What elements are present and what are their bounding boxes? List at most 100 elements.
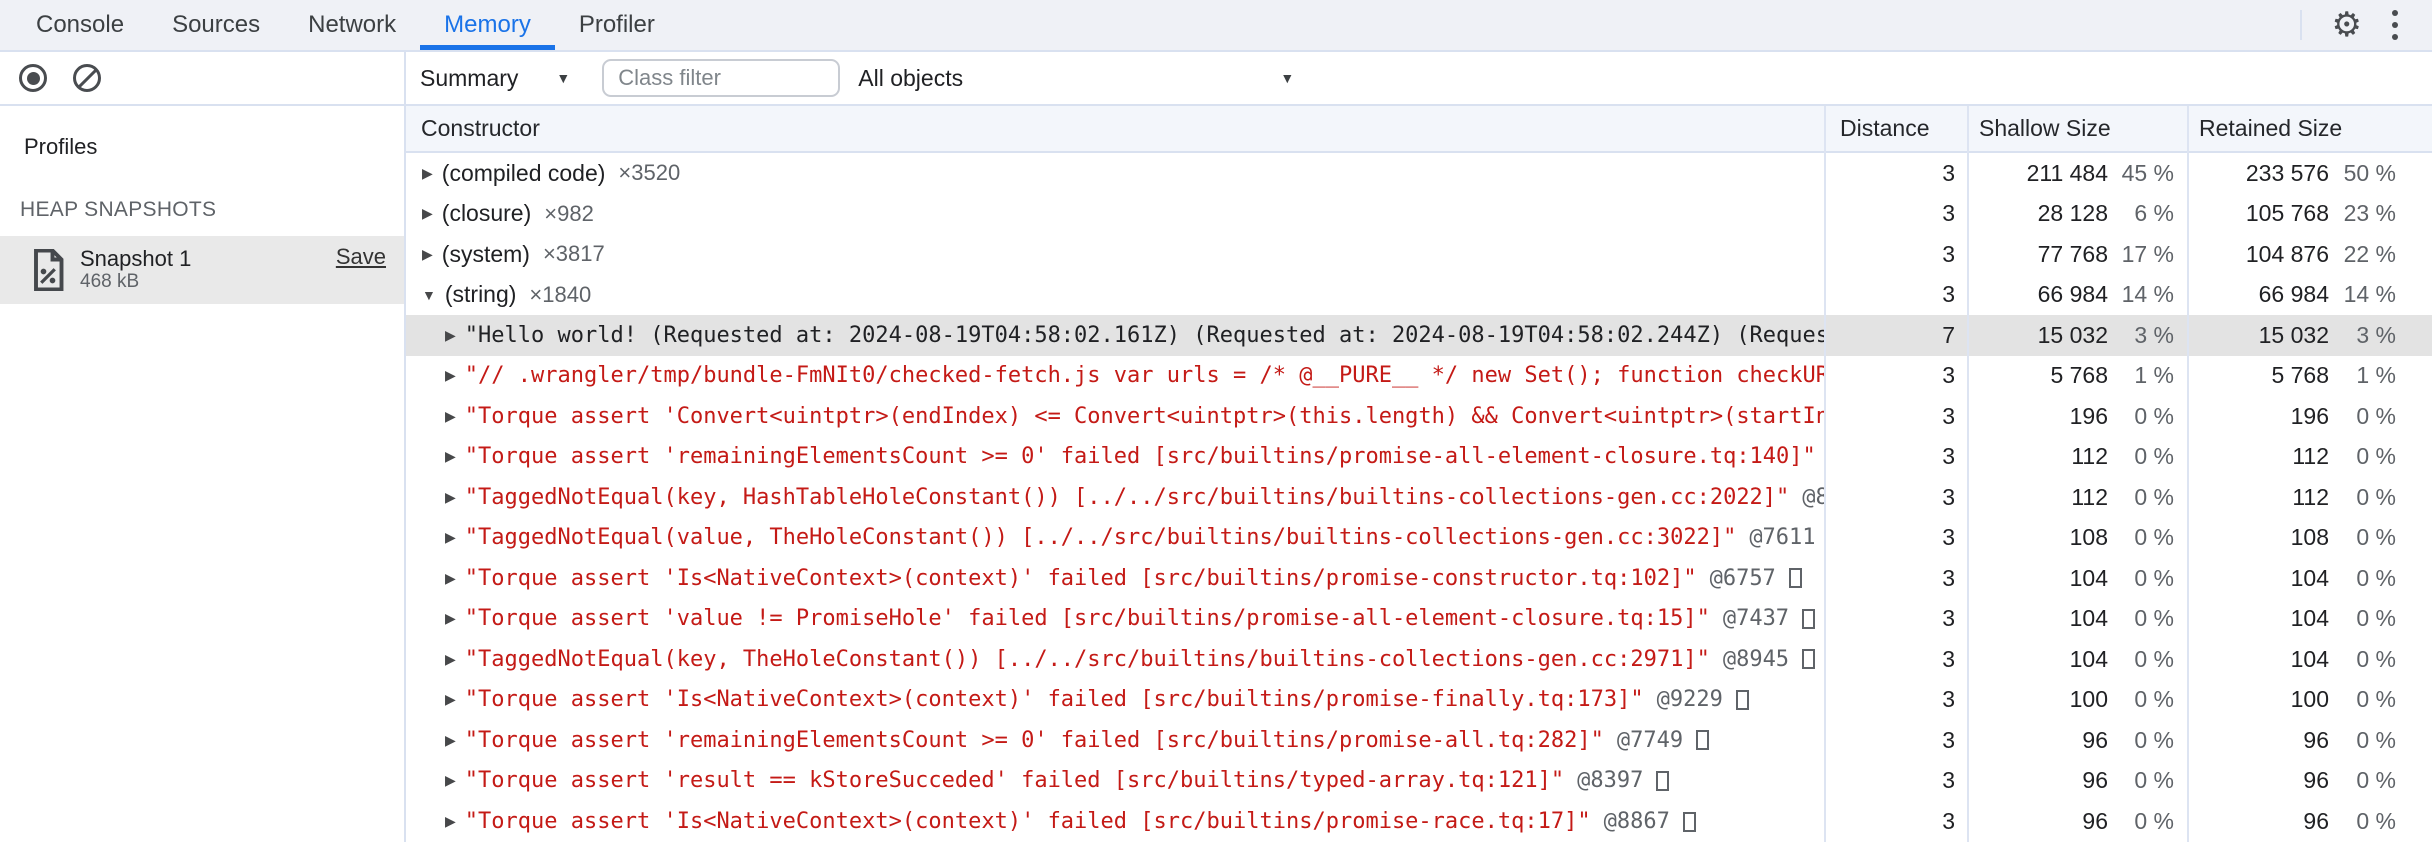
collapse-triangle-icon[interactable]: ▼ — [422, 287, 436, 303]
distance-value: 3 — [1942, 240, 1955, 267]
distance-value: 3 — [1942, 726, 1955, 753]
perspective-select-label: Summary — [420, 64, 519, 91]
string-value: "Torque assert 'value != PromiseHole' fa… — [464, 606, 1710, 632]
retained-size-value: 100 — [2290, 686, 2329, 713]
column-header-distance[interactable]: Distance — [1824, 115, 1967, 142]
profiles-sidebar: Profiles HEAP SNAPSHOTS Snapshot 1 468 k… — [0, 106, 406, 842]
grid-row-string[interactable]: ▶ "Torque assert 'remainingElementsCount … — [406, 437, 2432, 478]
expand-triangle-icon[interactable]: ▶ — [445, 408, 456, 425]
save-snapshot-link[interactable]: Save — [336, 244, 386, 270]
object-id: @9229 — [1656, 687, 1723, 713]
expand-triangle-icon[interactable]: ▶ — [445, 367, 456, 384]
tab-profiler[interactable]: Profiler — [555, 0, 679, 50]
grid-row-string[interactable]: ▶ "Torque assert 'Is<NativeContext>(conte… — [406, 558, 2432, 599]
column-header-shallow-size[interactable]: Shallow Size — [1967, 115, 2187, 142]
settings-gear-icon[interactable]: ⚙ — [2318, 8, 2376, 42]
string-value: "Torque assert 'remainingElementsCount >… — [464, 727, 1604, 753]
shallow-size-cell: 112 0 % — [1967, 443, 2187, 470]
grid-row-constructor[interactable]: ▶ (closure) ×982 3 28 128 6 % 105 768 23 % — [406, 194, 2432, 235]
column-header-retained-size[interactable]: Retained Size — [2187, 115, 2432, 142]
expand-triangle-icon[interactable]: ▶ — [445, 732, 456, 749]
grid-row-string[interactable]: ▶ "Torque assert 'Convert<uintptr>(endInd… — [406, 396, 2432, 437]
grid-row-string[interactable]: ▶ "Torque assert 'remainingElementsCount … — [406, 720, 2432, 761]
retained-size-value: 112 — [2292, 483, 2329, 510]
retained-size-percent: 0 % — [2356, 767, 2396, 794]
expand-triangle-icon[interactable]: ▶ — [445, 327, 456, 344]
distance-value: 3 — [1942, 483, 1955, 510]
expand-triangle-icon[interactable]: ▶ — [422, 165, 433, 182]
tab-sources[interactable]: Sources — [148, 0, 284, 50]
retained-size-cell: 66 984 14 % — [2187, 281, 2432, 308]
grid-row-string[interactable]: ▶ "TaggedNotEqual(value, TheHoleConstant(… — [406, 518, 2432, 559]
perspective-select[interactable]: Summary ▼ — [420, 65, 570, 92]
grid-row-string[interactable]: ▶ "Torque assert 'Is<NativeContext>(conte… — [406, 680, 2432, 721]
retained-size-value: 96 — [2303, 808, 2329, 834]
shallow-size-value: 66 984 — [2037, 281, 2108, 308]
object-scope-select[interactable]: All objects ▼ — [858, 65, 1294, 92]
grid-row-constructor[interactable]: ▼ (string) ×1840 3 66 984 14 % 66 984 14 % — [406, 275, 2432, 316]
constructor-cell: ▶ (compiled code) ×3520 — [406, 160, 1824, 187]
shallow-size-percent: 0 % — [2134, 767, 2174, 794]
grid-controls: Summary ▼ All objects ▼ — [406, 52, 2432, 104]
devtools-tabbar: Console Sources Network Memory Profiler ⚙ — [0, 0, 2432, 52]
distance-value: 3 — [1942, 767, 1955, 794]
grid-row-string[interactable]: ▶ "TaggedNotEqual(key, HashTableHoleConst… — [406, 477, 2432, 518]
tabbar-divider — [2299, 10, 2302, 40]
constructor-cell: ▶ "Torque assert 'result == kStoreSuccede… — [406, 768, 1824, 793]
shallow-size-percent: 0 % — [2134, 564, 2174, 591]
retained-size-value: 112 — [2292, 443, 2329, 470]
missing-glyph-box — [1802, 608, 1816, 629]
grid-row-constructor[interactable]: ▶ (system) ×3817 3 77 768 17 % 104 876 22 % — [406, 234, 2432, 275]
expand-triangle-icon[interactable]: ▶ — [445, 448, 456, 465]
grid-row-string[interactable]: ▶ "Torque assert 'value != PromiseHole' f… — [406, 599, 2432, 640]
instance-count: ×982 — [544, 200, 594, 226]
expand-triangle-icon[interactable]: ▶ — [445, 489, 456, 506]
more-options-kebab-icon[interactable] — [2376, 10, 2414, 40]
grid-row-constructor[interactable]: ▶ (compiled code) ×3520 3 211 484 45 % 233 576… — [406, 153, 2432, 194]
shallow-size-value: 108 — [2069, 524, 2108, 551]
expand-triangle-icon[interactable]: ▶ — [422, 205, 433, 222]
snapshot-list-item[interactable]: Snapshot 1 468 kB Save — [0, 236, 404, 304]
expand-triangle-icon[interactable]: ▶ — [445, 570, 456, 587]
expand-triangle-icon[interactable]: ▶ — [445, 651, 456, 668]
grid-row-string[interactable]: ▶ "Torque assert 'result == kStoreSuccede… — [406, 761, 2432, 802]
string-value: "Torque assert 'remainingElementsCount >… — [464, 444, 1816, 470]
snapshot-name: Snapshot 1 — [80, 245, 192, 271]
shallow-size-percent: 45 % — [2121, 159, 2174, 186]
constructor-cell: ▼ (string) ×1840 — [406, 281, 1824, 308]
heap-snapshot-document-icon — [30, 249, 66, 291]
record-heap-snapshot-button[interactable] — [18, 63, 48, 93]
expand-triangle-icon[interactable]: ▶ — [422, 246, 433, 263]
shallow-size-cell: 104 0 % — [1967, 565, 2187, 592]
shallow-size-percent: 0 % — [2134, 524, 2174, 551]
tab-network[interactable]: Network — [284, 0, 420, 50]
constructor-cell: ▶ "Torque assert 'value != PromiseHole' f… — [406, 606, 1824, 631]
retained-size-percent: 1 % — [2356, 362, 2396, 389]
tabbar-spacer — [679, 0, 2284, 50]
expand-triangle-icon[interactable]: ▶ — [445, 610, 456, 627]
expand-triangle-icon[interactable]: ▶ — [445, 529, 456, 546]
grid-row-string[interactable]: ▶ "// .wrangler/tmp/bundle-FmNIt0/checked… — [406, 356, 2432, 397]
chevron-down-icon: ▼ — [556, 70, 571, 86]
retained-size-cell: 104 876 22 % — [2187, 241, 2432, 268]
constructor-cell: ▶ "Torque assert 'Is<NativeContext>(conte… — [406, 566, 1824, 591]
shallow-size-value: 28 128 — [2037, 200, 2108, 227]
tab-memory[interactable]: Memory — [420, 0, 555, 50]
retained-size-value: 105 768 — [2245, 200, 2329, 227]
missing-glyph-box — [1735, 689, 1749, 710]
grid-row-string[interactable]: ▶ "Torque assert 'Is<NativeContext>(conte… — [406, 801, 2432, 842]
expand-triangle-icon[interactable]: ▶ — [445, 691, 456, 708]
tab-console[interactable]: Console — [12, 0, 148, 50]
class-filter-input[interactable] — [602, 59, 841, 97]
distance-value: 3 — [1942, 686, 1955, 713]
column-header-constructor[interactable]: Constructor — [406, 115, 1824, 142]
distance-value: 3 — [1942, 402, 1955, 429]
grid-row-string[interactable]: ▶ "Hello world! (Requested at: 2024-08-19… — [406, 315, 2432, 356]
expand-triangle-icon[interactable]: ▶ — [445, 813, 456, 830]
clear-profiles-button[interactable] — [72, 63, 102, 93]
missing-glyph-box — [1656, 770, 1670, 791]
shallow-size-percent: 0 % — [2134, 605, 2174, 632]
shallow-size-cell: 104 0 % — [1967, 646, 2187, 673]
expand-triangle-icon[interactable]: ▶ — [445, 772, 456, 789]
grid-row-string[interactable]: ▶ "TaggedNotEqual(key, TheHoleConstant())… — [406, 639, 2432, 680]
